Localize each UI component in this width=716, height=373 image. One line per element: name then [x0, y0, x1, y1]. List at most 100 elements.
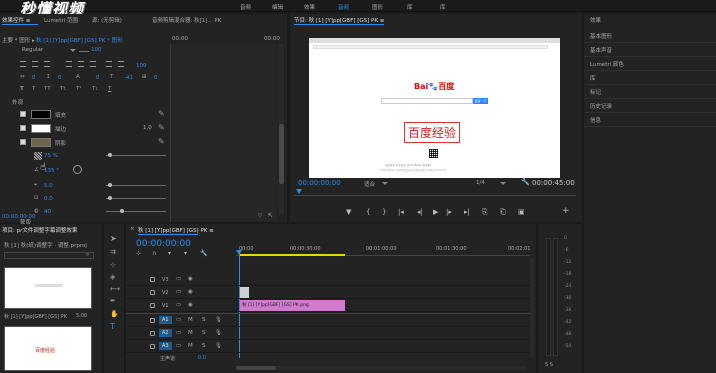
- bold-icon[interactable]: T: [20, 86, 24, 92]
- right-item-history[interactable]: 历史记录: [584, 100, 716, 113]
- marker-icon[interactable]: ▼: [346, 208, 351, 216]
- project-thumbnail-1[interactable]: [4, 267, 92, 309]
- export-icon[interactable]: ⇱: [268, 213, 273, 219]
- solo-icon[interactable]: S: [202, 343, 206, 349]
- pen-tool-icon[interactable]: ✒: [110, 297, 116, 305]
- angle-dial-icon[interactable]: [73, 165, 82, 174]
- track-v2-clip[interactable]: [240, 287, 249, 298]
- baseline-value[interactable]: 0: [96, 75, 100, 81]
- stroke-checkbox[interactable]: [20, 125, 26, 131]
- font-size-value[interactable]: 100: [91, 47, 102, 53]
- toggle-sync-icon[interactable]: ▭: [176, 317, 181, 323]
- solo-icon[interactable]: S: [202, 317, 206, 323]
- camera-icon[interactable]: ▣: [518, 208, 525, 216]
- tab-effect-controls[interactable]: 效果控件 ≡: [2, 16, 30, 24]
- add-button-icon[interactable]: +: [562, 206, 570, 216]
- project-search-input[interactable]: [4, 252, 94, 259]
- menu-item-graphics[interactable]: 图形: [372, 3, 383, 11]
- font-style-dropdown[interactable]: Regular: [22, 47, 43, 53]
- timeline-close-icon[interactable]: ×: [130, 226, 135, 232]
- stroke-color-swatch[interactable]: [31, 124, 51, 133]
- track-v1-clip[interactable]: 秋 [1] [Y]pp[GBF] [GS] PK.png: [240, 300, 345, 311]
- angle-value[interactable]: 135 °: [44, 168, 59, 174]
- font-size-slider[interactable]: [79, 51, 89, 52]
- slip-tool-icon[interactable]: ⟷: [110, 285, 120, 293]
- fill-eyedropper-icon[interactable]: ✎: [158, 109, 165, 118]
- program-timecode[interactable]: 00:00:00:00: [298, 179, 341, 187]
- lock-icon[interactable]: [150, 303, 155, 308]
- blur-slider[interactable]: [106, 209, 166, 213]
- scrollbar[interactable]: [279, 44, 284, 214]
- scale-value[interactable]: 0: [154, 75, 158, 81]
- timeline-horizontal-scroll[interactable]: [236, 366, 526, 370]
- timeline-settings-icon[interactable]: 🔧: [200, 250, 207, 257]
- project-tab[interactable]: 项目: pr文件调整字幕调整效果: [2, 226, 77, 234]
- step-forward-icon[interactable]: |▸: [446, 208, 452, 216]
- italic-icon[interactable]: T: [32, 86, 35, 92]
- extra-value[interactable]: 100: [136, 63, 147, 69]
- blur-value[interactable]: 40: [44, 209, 51, 215]
- baidu-search-button[interactable]: 百度一下: [473, 98, 488, 104]
- tab-lumetri-scopes[interactable]: Lumetri 范围: [44, 16, 78, 24]
- right-item-essential-sound[interactable]: 基本声音: [584, 44, 716, 57]
- distance-value[interactable]: 5.0: [44, 183, 53, 189]
- overwrite-icon[interactable]: ⎗: [500, 208, 506, 217]
- mic-icon[interactable]: 🎙: [215, 330, 222, 336]
- subscript-icon[interactable]: T₁: [92, 86, 98, 92]
- lock-icon[interactable]: [150, 318, 155, 323]
- tab-source[interactable]: 源: (无剪辑): [92, 16, 122, 24]
- toggle-sync-icon[interactable]: ▭: [176, 289, 181, 295]
- mute-icon[interactable]: M: [188, 343, 193, 349]
- insert-icon[interactable]: ⎘: [482, 208, 488, 217]
- justify-right-icon[interactable]: [90, 61, 96, 67]
- linked-selection-icon[interactable]: ∩: [152, 250, 156, 257]
- track-select-tool-icon[interactable]: ⇉: [110, 248, 116, 256]
- effect-timecode[interactable]: 00:00:00:00: [2, 214, 36, 220]
- mic-icon[interactable]: 🎙: [215, 343, 222, 349]
- size-slider[interactable]: [106, 196, 166, 200]
- menu-item-edit[interactable]: 编辑: [272, 3, 283, 11]
- step-back-icon[interactable]: ◂|: [417, 208, 423, 216]
- timeline-playhead-head[interactable]: [236, 250, 242, 255]
- eye-icon[interactable]: ◉: [188, 302, 193, 308]
- align-left-icon[interactable]: [20, 61, 26, 67]
- program-scrubber[interactable]: [294, 189, 576, 196]
- lock-icon[interactable]: [150, 344, 155, 349]
- align-center-icon[interactable]: [32, 61, 38, 67]
- lock-icon[interactable]: [150, 277, 155, 282]
- superscript-icon[interactable]: T¹: [76, 86, 82, 92]
- underline-icon[interactable]: T: [108, 86, 111, 92]
- wrench-icon[interactable]: 🔧: [521, 178, 530, 186]
- master-track-value[interactable]: 0.0: [198, 355, 206, 361]
- hand-tool-icon[interactable]: ✋: [110, 310, 119, 318]
- baidu-search-box[interactable]: [381, 98, 473, 104]
- right-item-markers[interactable]: 标记: [584, 86, 716, 99]
- solo-icon[interactable]: S: [202, 330, 206, 336]
- menu-item-library[interactable]: 库: [407, 3, 413, 11]
- justify-center-icon[interactable]: [78, 61, 84, 67]
- timeline-timecode[interactable]: 00:00:00:00: [136, 239, 191, 249]
- shadow-eyedropper-icon[interactable]: ✎: [158, 137, 165, 146]
- mute-icon[interactable]: M: [188, 317, 193, 323]
- right-item-essential-graphics[interactable]: 基本图形: [584, 30, 716, 43]
- resolution-dropdown[interactable]: 1/4: [476, 180, 485, 186]
- leading-value[interactable]: 0: [58, 75, 62, 81]
- menu-item-library2[interactable]: 库: [440, 3, 446, 11]
- go-to-out-icon[interactable]: ▸|: [464, 208, 470, 216]
- size-value[interactable]: 0.0: [44, 196, 53, 202]
- eye-icon[interactable]: ◉: [188, 289, 193, 295]
- add-marker-icon[interactable]: ▾: [168, 250, 171, 257]
- snap-icon[interactable]: ⊹: [136, 250, 141, 257]
- program-tab[interactable]: 节目: 秋 [1] [Y]pp[GBF] [GS] PK ≡: [294, 16, 384, 24]
- kerning-value[interactable]: 0: [32, 75, 36, 81]
- fill-checkbox[interactable]: [20, 111, 26, 117]
- timeline-ruler[interactable]: 00:00 00:00:30:00 00:01:00:00 00:01:30:0…: [236, 242, 530, 256]
- mute-icon[interactable]: M: [188, 330, 193, 336]
- shadow-checkbox[interactable]: [20, 139, 26, 145]
- clip-name[interactable]: 秋 [1] [Y]pp[GBF] [GS] PK * 图形: [36, 36, 123, 44]
- lock-icon[interactable]: [150, 331, 155, 336]
- toggle-sync-icon[interactable]: ▭: [176, 330, 181, 336]
- mark-in-icon[interactable]: {: [366, 208, 370, 216]
- right-item-lumetri-color[interactable]: Lumetri 颜色: [584, 58, 716, 71]
- mark-out-icon[interactable]: }: [382, 208, 386, 216]
